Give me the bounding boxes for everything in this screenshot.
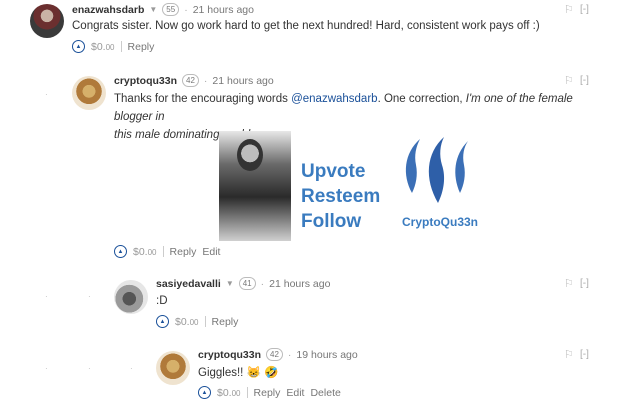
banner-brand-text: CryptoQu33n	[402, 215, 479, 229]
comment-header: enazwahsdarb ▼ 55 · 21 hours ago	[72, 3, 254, 16]
comment-footer: ▲ $0.00 Reply	[156, 315, 238, 328]
avatar[interactable]	[72, 76, 106, 110]
delete-link[interactable]: Delete	[310, 387, 340, 399]
comment-body: Giggles!! 😸 🤣	[198, 367, 279, 379]
caret-down-icon[interactable]: ▼	[226, 279, 234, 288]
divider	[246, 387, 248, 398]
body-text-part: Thanks for the encouraging words	[114, 93, 292, 105]
body-text-part: . One correction,	[377, 93, 466, 105]
payout-value[interactable]: $0.00	[217, 387, 241, 399]
steem-logo-icon	[405, 137, 468, 203]
divider	[120, 41, 122, 52]
thread-indent-dot: ·	[88, 364, 91, 373]
reply-link[interactable]: Reply	[212, 316, 239, 328]
reply-link[interactable]: Reply	[170, 246, 197, 258]
flag-icon[interactable]: ⚐	[564, 3, 574, 16]
promo-banner-image: Upvote Resteem Follow CryptoQu33n	[219, 131, 492, 241]
payout-value[interactable]: $0.00	[133, 246, 157, 258]
comment-header: cryptoqu33n 42 · 21 hours ago	[114, 74, 274, 87]
timestamp[interactable]: 19 hours ago	[296, 349, 357, 361]
flag-icon[interactable]: ⚐	[564, 348, 574, 361]
timestamp[interactable]: 21 hours ago	[193, 4, 254, 16]
avatar[interactable]	[30, 4, 64, 38]
thread-indent-dot: ·	[130, 364, 133, 373]
author-link[interactable]: cryptoqu33n	[114, 75, 177, 87]
avatar[interactable]	[156, 351, 190, 385]
edit-link[interactable]: Edit	[286, 387, 304, 399]
author-link[interactable]: enazwahsdarb	[72, 4, 144, 16]
reputation-badge: 42	[266, 348, 283, 361]
banner-photo	[219, 131, 291, 241]
thread-indent-dot: ·	[45, 292, 48, 301]
thread-indent-dot: ·	[45, 90, 48, 99]
collapse-button[interactable]: [-]	[580, 278, 589, 289]
reply-link[interactable]: Reply	[128, 41, 155, 53]
banner-resteem-text: Resteem	[301, 186, 381, 207]
payout-value[interactable]: $0.00	[175, 316, 199, 328]
thread-indent-dot: ·	[88, 292, 91, 301]
comment-body: :D	[156, 295, 168, 307]
caret-down-icon[interactable]: ▼	[149, 5, 157, 14]
author-link[interactable]: sasiyedavalli	[156, 278, 221, 290]
comment-header: cryptoqu33n 42 · 19 hours ago	[198, 348, 358, 361]
collapse-button[interactable]: [-]	[580, 4, 589, 15]
avatar[interactable]	[114, 280, 148, 314]
comment-body: Congrats sister. Now go work hard to get…	[72, 20, 540, 32]
upvote-chevron-icon[interactable]: ▲	[114, 245, 127, 258]
separator-dot: ·	[260, 277, 265, 290]
flag-icon[interactable]: ⚐	[564, 74, 574, 87]
collapse-button[interactable]: [-]	[580, 349, 589, 360]
comment-footer: ▲ $0.00 Reply Edit Delete	[198, 386, 341, 399]
upvote-chevron-icon[interactable]: ▲	[198, 386, 211, 399]
separator-dot: ·	[184, 3, 188, 16]
reputation-badge: 41	[238, 277, 256, 290]
divider	[162, 246, 164, 257]
comment-footer: ▲ $0.00 Reply	[72, 40, 154, 53]
upvote-chevron-icon[interactable]: ▲	[156, 315, 169, 328]
banner-follow-text: Follow	[301, 211, 362, 232]
comment-footer: ▲ $0.00 Reply Edit	[114, 245, 220, 258]
separator-dot: ·	[287, 348, 292, 361]
reputation-badge: 55	[162, 3, 180, 16]
banner-upvote-text: Upvote	[301, 161, 366, 182]
separator-dot: ·	[203, 74, 208, 87]
comment-header: sasiyedavalli ▼ 41 · 21 hours ago	[156, 277, 330, 290]
payout-value[interactable]: $0.00	[91, 41, 115, 53]
flag-icon[interactable]: ⚐	[564, 277, 574, 290]
timestamp[interactable]: 21 hours ago	[269, 278, 330, 290]
timestamp[interactable]: 21 hours ago	[212, 75, 273, 87]
thread-indent-dot: ·	[45, 364, 48, 373]
reply-link[interactable]: Reply	[254, 387, 281, 399]
mention-link[interactable]: @enazwahsdarb	[291, 93, 377, 105]
author-link[interactable]: cryptoqu33n	[198, 349, 261, 361]
collapse-button[interactable]: [-]	[580, 75, 589, 86]
divider	[204, 316, 206, 327]
upvote-chevron-icon[interactable]: ▲	[72, 40, 85, 53]
reputation-badge: 42	[182, 74, 199, 87]
edit-link[interactable]: Edit	[202, 246, 220, 258]
